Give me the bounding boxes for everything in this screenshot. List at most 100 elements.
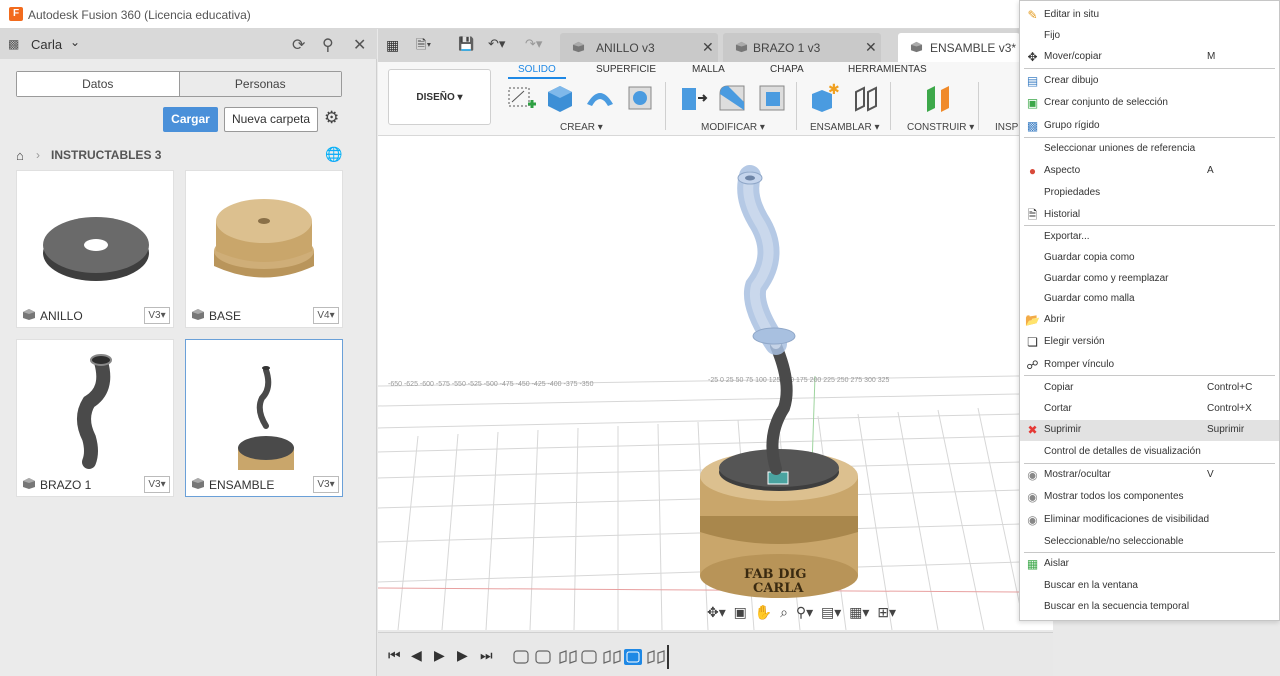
menu-item-seleccionable-no-seleccionable[interactable]: Seleccionable/no seleccionable [1020, 532, 1279, 553]
file-card-brazo-1[interactable]: BRAZO 1 V3▾ [16, 339, 174, 497]
toolbar-divider [796, 82, 797, 130]
menu-item-label: Aspecto [1044, 165, 1081, 176]
menu-item-historial[interactable]: 🗎 Historial [1020, 205, 1279, 226]
menu-item-copiar[interactable]: Copiar Control+C [1020, 378, 1279, 399]
menu-item-seleccionar-uniones-de-referencia[interactable]: Seleccionar uniones de referencia [1020, 139, 1279, 160]
timeline-features[interactable] [512, 645, 672, 669]
tab-herramientas[interactable]: HERRAMIENTAS [848, 64, 927, 75]
menu-item-label: Seleccionar uniones de referencia [1044, 143, 1196, 154]
gear-icon[interactable]: ⚙ [324, 108, 339, 128]
menu-item-elegir-version[interactable]: ❏ Elegir versión [1020, 332, 1279, 353]
sweep-icon[interactable] [624, 82, 656, 114]
orbit-icon[interactable]: ✥▾ [707, 604, 726, 620]
create-sketch-icon[interactable] [506, 82, 538, 114]
menu-item-suprimir[interactable]: ✖ Suprimir Suprimir [1020, 420, 1279, 441]
tab-ensamble[interactable]: ENSAMBLE v3* [898, 33, 1020, 62]
menu-item-eliminar-modificaciones-de-visibilidad[interactable]: ◉ Eliminar modificaciones de visibilidad [1020, 510, 1279, 531]
search-icon[interactable]: ⚲ [322, 35, 334, 55]
zoom-icon[interactable]: ⌕ [780, 604, 788, 620]
viewports-icon[interactable]: ⊞▾ [877, 604, 896, 620]
menu-item-aislar[interactable]: ▦ Aislar [1020, 554, 1279, 575]
close-icon[interactable]: ✕ [865, 39, 877, 56]
extrude-icon[interactable] [544, 82, 576, 114]
menu-item-mostrar-todos-los-componentes[interactable]: ◉ Mostrar todos los componentes [1020, 487, 1279, 508]
menu-item-buscar-en-la-secuencia-temporal[interactable]: Buscar en la secuencia temporal [1020, 597, 1279, 618]
menu-item-crear-conjunto-de-seleccion[interactable]: ▣ Crear conjunto de selección [1020, 93, 1279, 114]
menu-item-guardar-copia-como[interactable]: Guardar copia como [1020, 248, 1279, 269]
tab-brazo-1[interactable]: BRAZO 1 v3 ✕ [723, 33, 881, 62]
menu-item-guardar-como-malla[interactable]: Guardar como malla [1020, 289, 1279, 310]
shell-icon[interactable] [756, 82, 788, 114]
history-icon: 🗎 [1027, 208, 1038, 222]
team-name[interactable]: Carla [31, 37, 62, 52]
group-create[interactable]: CREAR ▾ [560, 122, 603, 133]
go-to-start-icon[interactable]: ⏮ [388, 647, 401, 664]
group-assemble[interactable]: ENSAMBLAR ▾ [810, 122, 880, 133]
globe-icon[interactable]: 🌐 [325, 146, 342, 163]
group-modify[interactable]: MODIFICAR ▾ [701, 122, 765, 133]
version-dropdown[interactable]: V3▾ [144, 307, 170, 324]
play-icon[interactable]: ▶ [434, 647, 445, 664]
menu-item-aspecto[interactable]: ● Aspecto A [1020, 161, 1279, 182]
display-settings-icon[interactable]: ▤▾ [821, 604, 841, 620]
offset-plane-icon[interactable] [923, 82, 955, 114]
tab-chapa[interactable]: CHAPA [770, 64, 804, 75]
tab-solido[interactable]: SOLIDO [508, 64, 566, 79]
menu-item-mover-copiar[interactable]: ✥ Mover/copiar M [1020, 47, 1279, 68]
undo-icon[interactable]: ↶▾ [488, 36, 505, 52]
menu-item-mostrar-ocultar[interactable]: ◉ Mostrar/ocultar V [1020, 465, 1279, 486]
fit-icon[interactable]: ⚲▾ [796, 604, 813, 620]
joint-icon[interactable] [850, 82, 882, 114]
tab-personas[interactable]: Personas [179, 72, 341, 96]
group-construct[interactable]: CONSTRUIR ▾ [907, 122, 974, 133]
press-pull-icon[interactable] [676, 82, 708, 114]
file-card-base[interactable]: BASE V4▾ [185, 170, 343, 328]
workspace-switcher[interactable]: DISEÑO ▾ [388, 69, 491, 125]
menu-item-abrir[interactable]: 📂 Abrir [1020, 310, 1279, 331]
menu-item-grupo-rigido[interactable]: ▩ Grupo rígido [1020, 116, 1279, 137]
version-dropdown[interactable]: V3▾ [144, 476, 170, 493]
look-at-icon[interactable]: ▣ [734, 604, 747, 620]
save-icon[interactable]: 💾 [458, 36, 474, 52]
menu-item-editar-in-situ[interactable]: ✎ Editar in situ [1020, 5, 1279, 26]
tab-anillo[interactable]: ANILLO v3 ✕ [560, 33, 718, 62]
menu-item-crear-dibujo[interactable]: ▤ Crear dibujo [1020, 71, 1279, 92]
close-icon[interactable]: ✕ [702, 39, 714, 56]
3d-viewport[interactable]: -650 -625 -600 -575 -550 -525 -500 -475 … [378, 136, 1020, 630]
menu-item-fijo[interactable]: Fijo [1020, 26, 1279, 47]
file-card-ensamble[interactable]: ENSAMBLE V3▾ [185, 339, 343, 497]
file-card-anillo[interactable]: ANILLO V3▾ [16, 170, 174, 328]
menu-item-guardar-como-y-reemplazar[interactable]: Guardar como y reemplazar [1020, 269, 1279, 290]
tab-datos[interactable]: Datos [17, 72, 180, 96]
menu-item-romper-vinculo[interactable]: ☍ Romper vínculo [1020, 355, 1279, 376]
new-component-icon[interactable]: ✱ [808, 82, 840, 114]
pan-icon[interactable]: ✋ [755, 604, 772, 620]
upload-button[interactable]: Cargar [163, 107, 218, 132]
tab-superficie[interactable]: SUPERFICIE [596, 64, 656, 75]
go-to-end-icon[interactable]: ⏭ [480, 647, 493, 664]
revolve-icon[interactable] [584, 82, 616, 114]
home-icon[interactable]: ⌂ [16, 148, 24, 163]
version-dropdown[interactable]: V4▾ [313, 307, 339, 324]
menu-item-control-de-detalles-de-visualizacion[interactable]: Control de detalles de visualización [1020, 442, 1279, 463]
menu-item-exportar[interactable]: Exportar... [1020, 227, 1279, 248]
grid-settings-icon[interactable]: ▦▾ [849, 604, 869, 620]
menu-item-label: Mostrar/ocultar [1044, 469, 1111, 480]
app-grid-icon[interactable]: ▦ [386, 37, 399, 54]
version-dropdown[interactable]: V3▾ [313, 476, 339, 493]
new-folder-button[interactable]: Nueva carpeta [224, 107, 318, 132]
step-forward-icon[interactable]: ▶ [457, 647, 468, 664]
tab-malla[interactable]: MALLA [692, 64, 725, 75]
step-back-icon[interactable]: ◀ [411, 647, 422, 664]
menu-item-buscar-en-la-ventana[interactable]: Buscar en la ventana [1020, 576, 1279, 597]
close-icon[interactable]: ✕ [353, 35, 366, 55]
menu-item-label: Suprimir [1044, 424, 1082, 435]
file-menu-icon[interactable]: 🗎▾ [416, 36, 431, 58]
redo-icon[interactable]: ↷▾ [525, 36, 542, 52]
menu-item-propiedades[interactable]: Propiedades [1020, 183, 1279, 204]
menu-item-cortar[interactable]: Cortar Control+X [1020, 399, 1279, 420]
breadcrumb-folder[interactable]: INSTRUCTABLES 3 [51, 148, 161, 162]
fillet-icon[interactable] [716, 82, 748, 114]
refresh-icon[interactable]: ⟳ [292, 35, 305, 55]
chevron-down-icon[interactable]: ⌄ [70, 35, 80, 49]
